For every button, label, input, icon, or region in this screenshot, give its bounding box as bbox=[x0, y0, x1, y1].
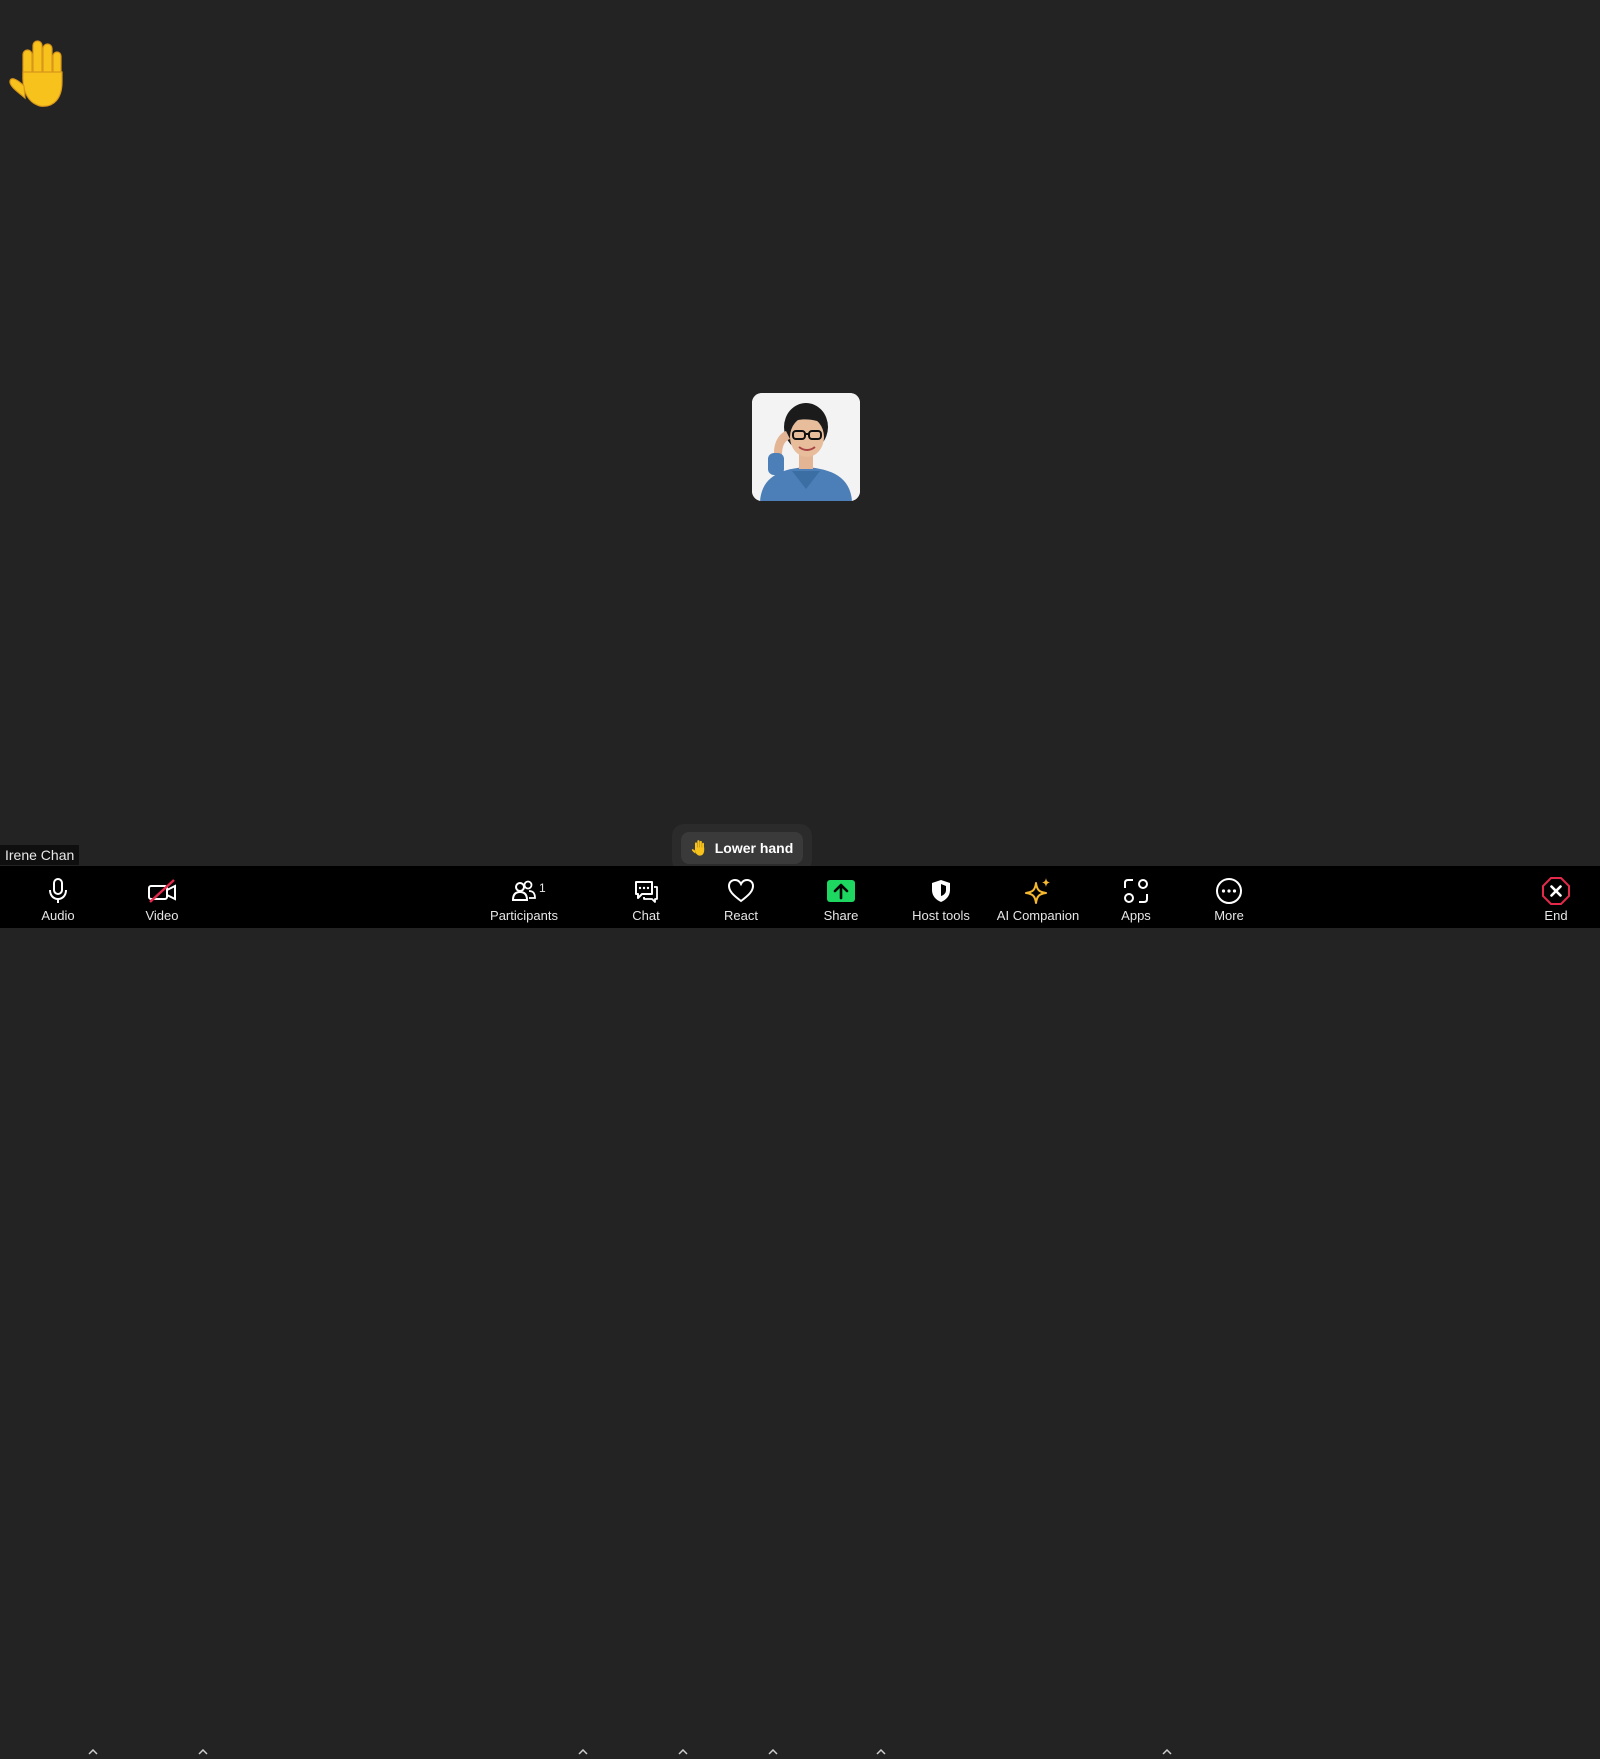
avatar-image bbox=[752, 393, 860, 501]
chevron-up-icon bbox=[198, 1749, 208, 1755]
chevron-up-icon bbox=[876, 1749, 886, 1755]
more-button[interactable]: More bbox=[1206, 866, 1252, 928]
video-label: Video bbox=[145, 908, 179, 923]
shield-icon bbox=[932, 880, 950, 902]
chat-button[interactable]: Chat bbox=[626, 866, 666, 928]
apps-label: Apps bbox=[1121, 908, 1151, 923]
share-button[interactable]: Share bbox=[818, 866, 864, 928]
share-screen-icon bbox=[827, 880, 855, 902]
participants-label: Participants bbox=[490, 908, 558, 923]
lower-hand-button[interactable]: Lower hand bbox=[681, 832, 803, 864]
chevron-up-icon bbox=[578, 1749, 588, 1755]
host-tools-button[interactable]: Host tools bbox=[906, 866, 976, 928]
apps-button[interactable]: Apps bbox=[1112, 866, 1160, 928]
meeting-stage: Irene Chan Lower hand bbox=[0, 0, 1600, 872]
apps-icon bbox=[1124, 879, 1148, 903]
react-options-caret[interactable] bbox=[766, 1745, 780, 1759]
end-icon bbox=[1542, 877, 1570, 905]
video-options-caret[interactable] bbox=[196, 1745, 210, 1759]
more-label: More bbox=[1214, 908, 1244, 923]
participants-button[interactable]: 1 Participants bbox=[484, 866, 564, 928]
chat-label: Chat bbox=[632, 908, 660, 923]
audio-button[interactable]: Audio bbox=[36, 866, 80, 928]
ai-companion-label: AI Companion bbox=[996, 908, 1080, 923]
ai-companion-button[interactable]: AI Companion bbox=[990, 866, 1086, 928]
sparkle-icon bbox=[1025, 878, 1050, 904]
heart-icon bbox=[727, 878, 755, 903]
raised-hand-icon bbox=[691, 840, 704, 856]
lower-hand-label: Lower hand bbox=[714, 840, 794, 856]
audio-options-caret[interactable] bbox=[86, 1745, 100, 1759]
participants-icon bbox=[511, 880, 536, 901]
meeting-toolbar: Audio Video 1 Participants Chat React Sh… bbox=[0, 866, 1600, 1755]
chat-options-caret[interactable] bbox=[676, 1745, 690, 1759]
share-options-caret[interactable] bbox=[874, 1745, 888, 1759]
participants-options-caret[interactable] bbox=[576, 1745, 590, 1759]
host-tools-label: Host tools bbox=[912, 908, 970, 923]
raised-hand-icon bbox=[9, 40, 63, 107]
video-button[interactable]: Video bbox=[138, 866, 186, 928]
chevron-up-icon bbox=[768, 1749, 778, 1755]
participant-avatar[interactable] bbox=[752, 393, 860, 501]
end-label: End bbox=[1544, 908, 1568, 923]
lower-hand-panel: Lower hand bbox=[672, 824, 812, 872]
chevron-up-icon bbox=[88, 1749, 98, 1755]
chat-icon bbox=[635, 881, 658, 903]
participant-name-tag: Irene Chan bbox=[0, 845, 80, 865]
chevron-up-icon bbox=[1162, 1749, 1172, 1755]
end-button[interactable]: End bbox=[1538, 866, 1574, 928]
react-button[interactable]: React bbox=[718, 866, 764, 928]
apps-options-caret[interactable] bbox=[1160, 1745, 1174, 1759]
share-label: Share bbox=[823, 908, 859, 923]
participants-count: 1 bbox=[539, 881, 546, 895]
microphone-icon bbox=[49, 878, 67, 903]
more-icon bbox=[1216, 878, 1242, 904]
react-label: React bbox=[724, 908, 758, 923]
chevron-up-icon bbox=[678, 1749, 688, 1755]
video-off-icon bbox=[148, 879, 176, 903]
audio-label: Audio bbox=[41, 908, 75, 923]
